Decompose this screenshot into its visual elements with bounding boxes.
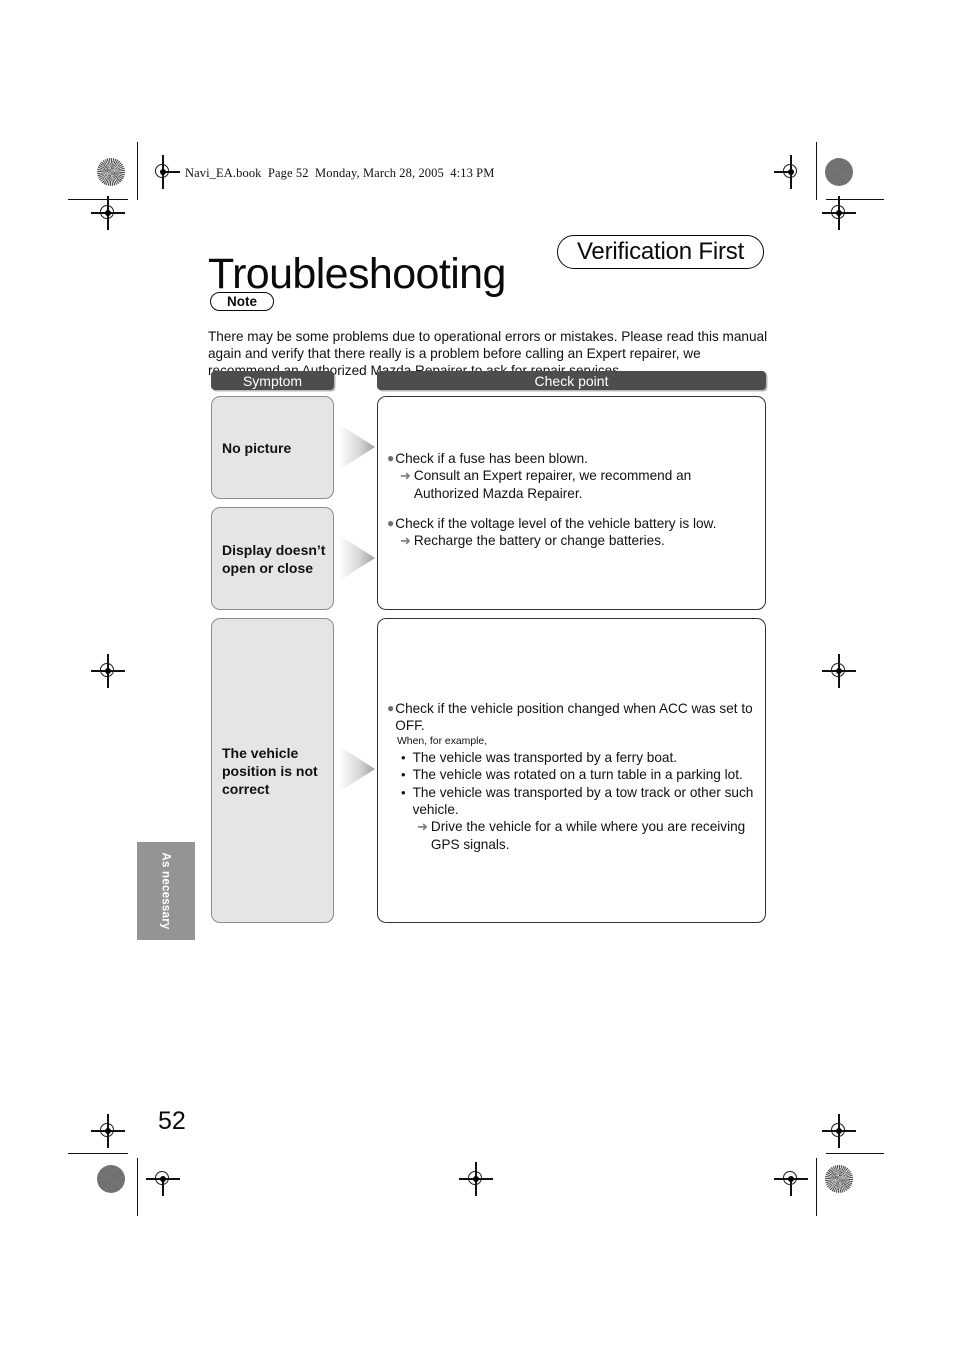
checkpoint-block-battery: ● Check if the voltage level of the vehi…: [387, 515, 759, 550]
checkpoint-block-vehicle-position: ● Check if the vehicle position changed …: [387, 700, 759, 853]
column-header-symptom: Symptom: [211, 371, 334, 390]
bullet-icon: •: [401, 749, 406, 765]
symptom-label: Display doesn’t open or close: [222, 541, 326, 576]
flow-arrow-icon: [339, 535, 375, 581]
checkpoint-check-line: ● Check if the vehicle position changed …: [387, 700, 759, 735]
column-header-symptom-label: Symptom: [242, 372, 303, 389]
symptom-box-vehicle-position: The vehicle position is not correct: [211, 618, 334, 923]
checkpoint-check-line: ● Check if a fuse has been blown.: [387, 450, 759, 467]
checkpoint-action-line: ➜ Recharge the battery or change batteri…: [387, 532, 759, 549]
page-content: Troubleshooting Verification First Note …: [0, 0, 954, 1348]
checkpoint-check-line: ● Check if the voltage level of the vehi…: [387, 515, 759, 532]
section-tab-label: As necessary: [159, 852, 173, 930]
checkpoint-check-text: Check if a fuse has been blown.: [395, 451, 588, 466]
checkpoint-action-line: ➜ Drive the vehicle for a while where yo…: [387, 818, 759, 853]
section-tab-as-necessary: As necessary: [137, 842, 195, 940]
symptom-box-no-picture: No picture: [211, 396, 334, 499]
filled-circle-icon: ●: [387, 451, 395, 465]
bullet-icon: •: [401, 767, 406, 783]
filled-circle-icon: ●: [387, 701, 395, 715]
checkpoint-action-text: Drive the vehicle for a while where you …: [430, 819, 746, 852]
checkpoint-action-line: ➜ Consult an Expert repairer, we recomme…: [387, 467, 759, 502]
symptom-box-display-open-close: Display doesn’t open or close: [211, 507, 334, 610]
filled-circle-icon: ●: [387, 516, 395, 530]
checkpoint-check-text: Check if the vehicle position changed wh…: [395, 701, 753, 734]
page-title: Troubleshooting: [208, 249, 506, 298]
verification-first-label: Verification First: [576, 238, 745, 265]
checkpoint-example-item: • The vehicle was rotated on a turn tabl…: [387, 766, 759, 783]
flow-arrow-icon: [339, 424, 375, 470]
checkpoint-check-text: Check if the voltage level of the vehicl…: [395, 516, 717, 531]
checkpoint-example-item: • The vehicle was transported by a tow t…: [387, 784, 759, 819]
flow-arrow-icon: [339, 746, 375, 792]
checkpoint-example-intro: When, for example,: [397, 735, 488, 747]
verification-first-badge: Verification First: [557, 235, 764, 269]
checkpoint-example-text: The vehicle was transported by a tow tra…: [412, 784, 754, 818]
right-arrow-icon: ➜: [417, 819, 428, 835]
note-badge: Note: [210, 292, 274, 311]
checkpoint-block-fuse: ● Check if a fuse has been blown. ➜ Cons…: [387, 450, 759, 502]
symptom-label: The vehicle position is not correct: [222, 744, 318, 797]
page-number: 52: [158, 1107, 186, 1135]
checkpoint-action-text: Recharge the battery or change batteries…: [413, 533, 665, 549]
right-arrow-icon: ➜: [400, 468, 411, 484]
column-header-checkpoint: Check point: [377, 371, 766, 390]
symptom-label: No picture: [222, 439, 292, 456]
checkpoint-box-upper: [377, 396, 766, 610]
checkpoint-action-text: Consult an Expert repairer, we recommend…: [413, 468, 692, 501]
bullet-icon: •: [401, 784, 406, 800]
right-arrow-icon: ➜: [400, 533, 411, 549]
checkpoint-example-text: The vehicle was transported by a ferry b…: [412, 749, 678, 765]
document-page: Navi_EA.book Page 52 Monday, March 28, 2…: [0, 0, 954, 1348]
note-label: Note: [227, 294, 257, 309]
checkpoint-example-text: The vehicle was rotated on a turn table …: [412, 767, 743, 783]
column-header-checkpoint-label: Check point: [534, 372, 609, 389]
checkpoint-example-item: • The vehicle was transported by a ferry…: [387, 749, 759, 766]
